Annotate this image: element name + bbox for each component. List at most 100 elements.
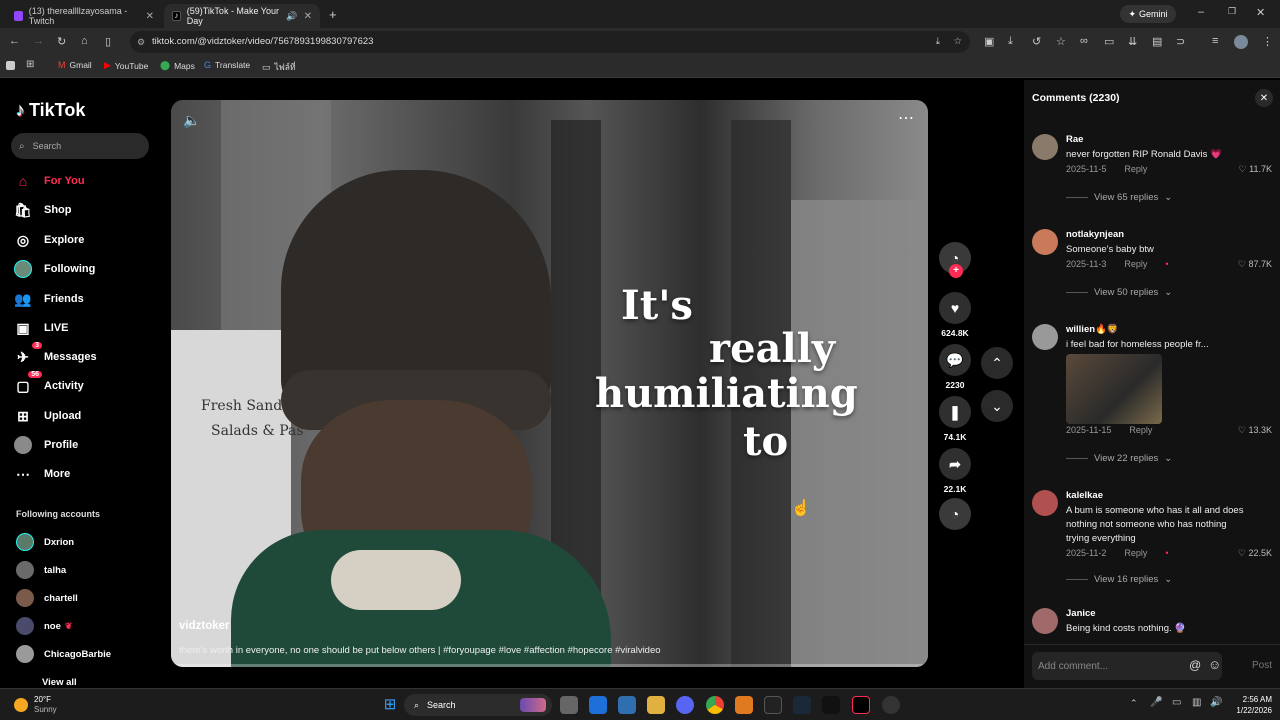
split-view-icon[interactable]: ▯ xyxy=(105,35,111,48)
view-all-link[interactable]: View all xyxy=(42,677,77,688)
network-icon[interactable]: ▥ xyxy=(1192,697,1201,708)
close-icon[interactable]: ✕ xyxy=(146,11,154,22)
taskbar-search[interactable]: ⌕ Search xyxy=(404,694,552,716)
mail-app-icon[interactable] xyxy=(589,696,607,714)
reading-list-icon[interactable]: ≡ xyxy=(1212,35,1218,47)
nav-more[interactable]: ⋯ More xyxy=(14,465,70,483)
weather-widget[interactable]: 20°F Sunny xyxy=(14,695,57,715)
comment-author[interactable]: Rae xyxy=(1066,134,1083,145)
following-account[interactable]: talha xyxy=(16,561,66,579)
video-progress-bar[interactable] xyxy=(171,664,928,667)
comment-author[interactable]: kalelkae xyxy=(1066,490,1103,501)
translate-icon[interactable]: ▤ xyxy=(1152,35,1162,48)
tray-icon[interactable]: ▭ xyxy=(1172,697,1181,708)
avatar[interactable] xyxy=(1032,490,1058,516)
avatar[interactable] xyxy=(1032,324,1058,350)
video-player[interactable]: Fresh Sandwi Salads & Pas 🔈 ⋯ It's reall… xyxy=(171,100,928,667)
like-button[interactable]: ♥ 624.8K xyxy=(938,292,972,338)
nav-shop[interactable]: 🛍 Shop xyxy=(14,201,71,219)
restore-icon[interactable]: ❐ xyxy=(1228,6,1236,17)
address-bar[interactable]: ⚙ tiktok.com/@vidztoker/video/7567893199… xyxy=(130,31,970,53)
nav-friends[interactable]: 👥 Friends xyxy=(14,290,83,308)
tiktok-logo[interactable]: ♪ TikTok xyxy=(16,100,85,121)
nav-upload[interactable]: ⊞ Upload xyxy=(14,407,81,425)
mention-icon[interactable]: @ xyxy=(1189,658,1201,672)
extension-icon[interactable]: ∞ xyxy=(1080,35,1088,47)
reply-button[interactable]: Reply xyxy=(1124,164,1147,174)
gemini-button[interactable]: ✦ Gemini xyxy=(1120,5,1176,23)
audio-icon[interactable]: 🔊 xyxy=(286,11,297,22)
nav-live[interactable]: ▣ LIVE xyxy=(14,319,68,337)
following-account[interactable]: Dxrion xyxy=(16,533,74,551)
following-account[interactable]: noe ❦ xyxy=(16,617,72,635)
extension-icon[interactable]: ▣ xyxy=(984,35,994,48)
view-replies-button[interactable]: View 22 replies ⌄ xyxy=(1066,453,1172,464)
comment-like-button[interactable]: ♡ 13.3K xyxy=(1238,425,1272,436)
site-info-icon[interactable]: ⚙ xyxy=(137,31,145,53)
microphone-icon[interactable]: 🎤 xyxy=(1150,697,1162,708)
forward-icon[interactable]: → xyxy=(33,35,44,47)
volume-icon[interactable]: 🔊 xyxy=(1210,697,1222,708)
download-icon[interactable]: ⤓ xyxy=(1008,35,1013,48)
windows-start-icon[interactable]: ⊞ xyxy=(381,696,399,714)
favorites-icon[interactable]: ☆ xyxy=(1056,35,1066,48)
bookmark-translate[interactable]: G Translate xyxy=(204,60,250,70)
share-button[interactable]: ➦ 22.1K xyxy=(938,448,972,494)
new-tab-button[interactable]: + xyxy=(329,7,337,22)
close-comments-button[interactable]: ✕ xyxy=(1255,89,1273,107)
avatar[interactable] xyxy=(1032,229,1058,255)
reply-button[interactable]: Reply xyxy=(1124,259,1147,269)
file-explorer-icon[interactable] xyxy=(647,696,665,714)
next-video-button[interactable]: ⌄ xyxy=(981,390,1013,422)
task-view-icon[interactable] xyxy=(560,696,578,714)
clock[interactable]: 2:56 AM 1/22/2026 xyxy=(1228,694,1272,716)
comment-like-button[interactable]: ♡ 22.5K xyxy=(1238,548,1272,559)
discord-app-icon[interactable] xyxy=(676,696,694,714)
view-replies-button[interactable]: View 50 replies ⌄ xyxy=(1066,287,1172,298)
add-comment-input[interactable]: Add comment... @ ☺ xyxy=(1032,652,1222,680)
close-icon[interactable]: ✕ xyxy=(304,11,312,22)
minimize-icon[interactable]: – xyxy=(1198,6,1204,18)
nav-for-you[interactable]: ⌂ For You xyxy=(14,172,85,190)
avatar[interactable] xyxy=(1032,134,1058,160)
music-disc-button[interactable]: ◔ xyxy=(938,498,972,534)
store-app-icon[interactable] xyxy=(618,696,636,714)
tab-search-icon[interactable] xyxy=(6,61,15,70)
post-comment-button[interactable]: Post xyxy=(1252,660,1272,671)
history-icon[interactable]: ↺ xyxy=(1032,35,1041,48)
comment-button[interactable]: 💬 2230 xyxy=(938,344,972,390)
profile-avatar[interactable] xyxy=(1234,35,1248,49)
save-button[interactable]: ❚ 74.1K xyxy=(938,396,972,442)
volume-icon[interactable]: 🔈 xyxy=(183,112,200,129)
following-account[interactable]: ChicagoBarbie xyxy=(16,645,111,663)
wallet-icon[interactable]: ▭ xyxy=(1104,35,1114,48)
tab-tiktok[interactable]: ♪ (59)TikTok - Make Your Day 🔊 ✕ xyxy=(164,4,320,28)
bookmark-folder[interactable]: ▭ ไฟล์ที่ xyxy=(262,60,296,74)
extension-icon[interactable]: ⇊ xyxy=(1128,35,1137,48)
previous-video-button[interactable]: ⌃ xyxy=(981,347,1013,379)
nav-activity[interactable]: ▢ 56 Activity xyxy=(14,371,84,395)
emoji-icon[interactable]: ☺ xyxy=(1208,657,1221,672)
view-replies-button[interactable]: View 16 replies ⌄ xyxy=(1066,574,1172,585)
view-replies-button[interactable]: View 65 replies ⌄ xyxy=(1066,192,1172,203)
bookmark-maps[interactable]: ⬤ Maps xyxy=(160,60,195,71)
comment-image[interactable] xyxy=(1066,354,1162,424)
author-avatar-button[interactable]: ◔ + xyxy=(938,242,972,278)
steam-app-icon[interactable] xyxy=(793,696,811,714)
video-author[interactable]: vidztoker xyxy=(179,620,230,632)
comment-like-button[interactable]: ♡ 11.7K xyxy=(1239,164,1272,175)
comment-author[interactable]: Janice xyxy=(1066,608,1096,619)
nav-following[interactable]: Following xyxy=(14,260,95,278)
epic-games-icon[interactable] xyxy=(822,696,840,714)
link-icon[interactable]: ⊃ xyxy=(1176,35,1185,48)
tray-overflow-icon[interactable]: ⌃ xyxy=(1130,698,1138,709)
comment-author[interactable]: notlakynjean xyxy=(1066,229,1124,240)
bookmark-gmail[interactable]: M Gmail xyxy=(58,60,92,70)
app-icon[interactable] xyxy=(735,696,753,714)
home-icon[interactable]: ⌂ xyxy=(81,35,88,47)
back-icon[interactable]: ← xyxy=(9,35,20,47)
tiktok-app-icon[interactable] xyxy=(852,696,870,714)
tab-twitch[interactable]: (13) thereallllzayosama - Twitch ✕ xyxy=(6,4,162,28)
follow-plus-icon[interactable]: + xyxy=(949,264,963,278)
more-options-icon[interactable]: ⋯ xyxy=(898,108,914,128)
